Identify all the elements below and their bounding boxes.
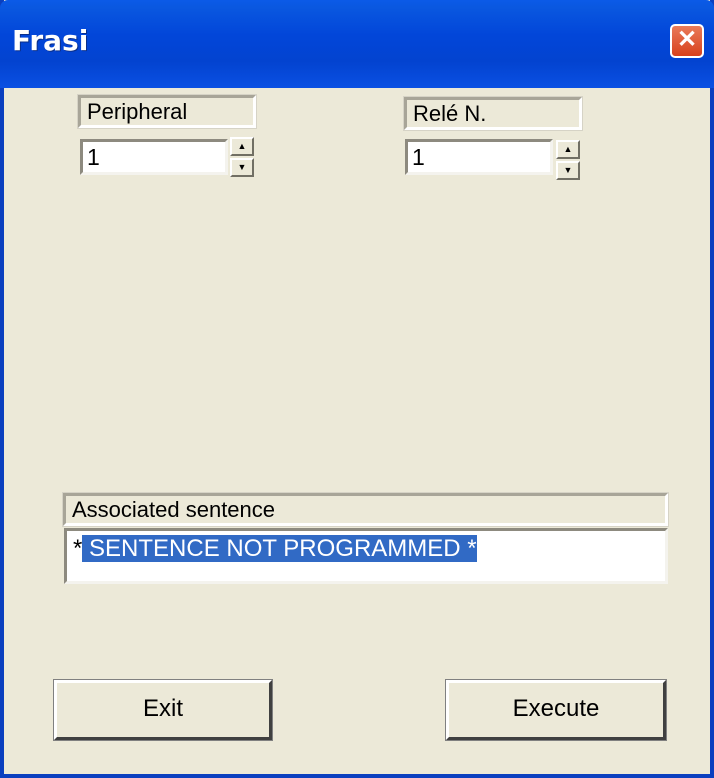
- associated-sentence-label: Associated sentence: [62, 492, 669, 527]
- close-icon: ✕: [676, 26, 698, 53]
- peripheral-input[interactable]: 1: [80, 139, 228, 175]
- associated-sentence-text: * SENTENCE NOT PROGRAMMED *: [73, 535, 477, 562]
- rele-input[interactable]: 1: [405, 139, 553, 175]
- sentence-prefix: *: [73, 535, 83, 562]
- peripheral-label: Peripheral: [77, 94, 257, 129]
- title-bar[interactable]: Frasi ✕: [0, 0, 714, 88]
- associated-sentence-field[interactable]: * SENTENCE NOT PROGRAMMED *: [64, 528, 668, 584]
- rele-spin-up-button[interactable]: ▲: [556, 140, 580, 159]
- execute-button[interactable]: Execute: [445, 679, 667, 741]
- arrow-down-icon: ▼: [563, 165, 573, 175]
- peripheral-spin-up-button[interactable]: ▲: [230, 137, 254, 156]
- peripheral-spin-down-button[interactable]: ▼: [230, 158, 254, 177]
- close-button[interactable]: ✕: [670, 24, 704, 58]
- sentence-selected-text: SENTENCE NOT PROGRAMMED *: [82, 535, 477, 562]
- arrow-up-icon: ▲: [563, 144, 573, 154]
- dialog-window: Frasi ✕ Peripheral 1 ▲ ▼ Relé N. 1 ▲ ▼ A…: [0, 0, 714, 778]
- window-title: Frasi: [12, 24, 89, 57]
- rele-spinner[interactable]: ▲ ▼: [556, 140, 580, 180]
- exit-button[interactable]: Exit: [53, 679, 273, 741]
- peripheral-spinner[interactable]: ▲ ▼: [230, 137, 254, 177]
- rele-label: Relé N.: [403, 96, 583, 131]
- rele-spin-down-button[interactable]: ▼: [556, 161, 580, 180]
- arrow-up-icon: ▲: [237, 141, 247, 151]
- arrow-down-icon: ▼: [237, 162, 247, 172]
